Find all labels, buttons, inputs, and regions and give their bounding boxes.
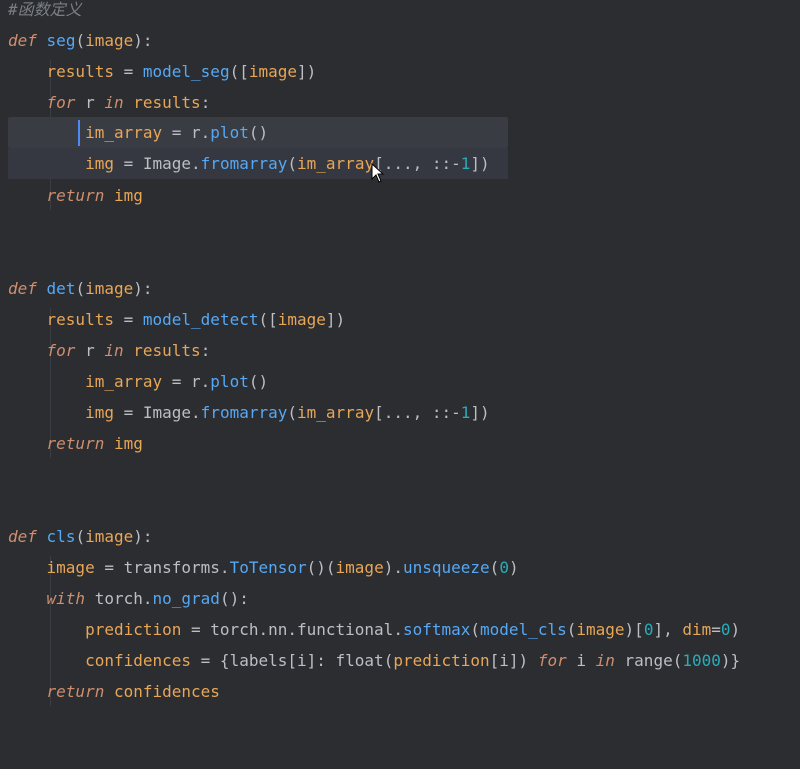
code-text: def det(image): [8,279,153,298]
code-text: image = transforms.ToTensor()(image).uns… [46,558,519,577]
code-text: prediction = torch.nn.functional.softmax… [85,620,741,639]
code-line[interactable]: prediction = torch.nn.functional.softmax… [0,614,740,645]
code-line[interactable]: for r in results: [0,335,211,366]
code-text: results = model_seg([image]) [46,62,317,81]
code-line[interactable]: return img [0,428,143,459]
code-line[interactable]: results = model_seg([image]) [0,56,317,87]
code-line[interactable]: im_array = r.plot() [0,366,268,397]
code-line[interactable]: for r in results: [0,87,211,118]
code-text: return img [46,186,143,205]
code-line[interactable]: def seg(image): [0,25,153,56]
code-text: im_array = r.plot() [85,372,269,391]
code-line[interactable]: return confidences [0,676,220,707]
code-text: img = Image.fromarray(im_array[..., ::-1… [85,154,490,173]
code-text: return confidences [46,682,220,701]
mouse-pointer-icon [371,163,385,183]
code-line[interactable]: img = Image.fromarray(im_array[..., ::-1… [0,148,490,179]
code-text: def seg(image): [8,31,153,50]
code-text: img = Image.fromarray(im_array[..., ::-1… [85,403,490,422]
code-text: def cls(image): [8,527,153,546]
code-editor[interactable]: #函数定义 def seg(image): results = model_se… [0,0,800,710]
comment-text: #函数定义 [8,0,82,19]
code-text: im_array = r.plot() [85,123,269,142]
code-text: with torch.no_grad(): [46,589,249,608]
code-line[interactable]: confidences = {labels[i]: float(predicti… [0,645,740,676]
code-text: return img [46,434,143,453]
code-line[interactable]: def cls(image): [0,521,153,552]
code-line[interactable]: image = transforms.ToTensor()(image).uns… [0,552,519,583]
code-text: for r in results: [46,93,211,112]
code-line[interactable]: #函数定义 [0,0,82,25]
code-line[interactable]: with torch.no_grad(): [0,583,249,614]
code-text: results = model_detect([image]) [46,310,346,329]
code-line[interactable]: im_array = r.plot() [0,117,268,148]
code-text: for r in results: [46,341,211,360]
code-text: confidences = {labels[i]: float(predicti… [85,651,741,670]
code-line[interactable]: return img [0,180,143,211]
code-line[interactable]: def det(image): [0,273,153,304]
code-line[interactable]: results = model_detect([image]) [0,304,346,335]
code-line[interactable]: img = Image.fromarray(im_array[..., ::-1… [0,397,490,428]
